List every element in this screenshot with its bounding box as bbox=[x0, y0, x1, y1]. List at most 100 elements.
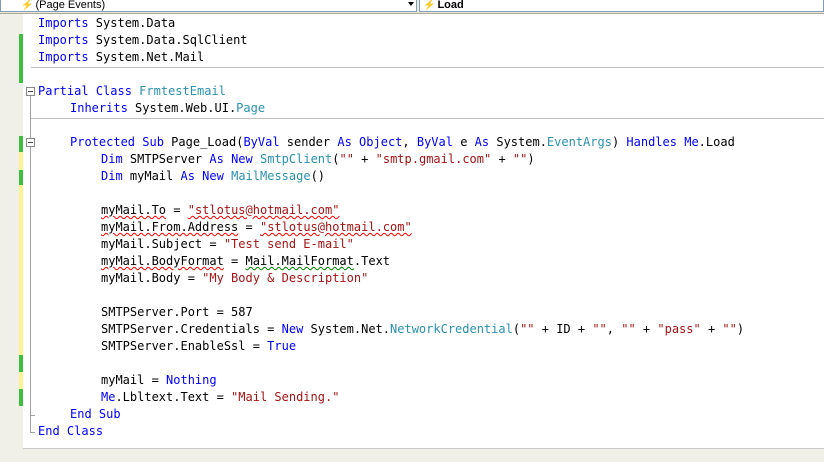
type-name: FrmtestEmail bbox=[139, 84, 226, 98]
error-underlined-code: myMail.BodyFormat bbox=[101, 254, 224, 268]
code-line-dim-mail[interactable]: Dim myMail As New MailMessage() bbox=[101, 168, 325, 185]
type-name: MailMessage bbox=[231, 169, 311, 183]
keyword: Sub bbox=[98, 407, 121, 421]
code-text: .Lbltext.Text = bbox=[115, 390, 232, 404]
keyword: Object bbox=[359, 135, 403, 149]
keyword: Imports bbox=[38, 16, 89, 30]
string-literal: "My Body & Description" bbox=[202, 271, 369, 285]
code-text: SMTPServer.EnableSsl = bbox=[101, 339, 268, 353]
code-text: System. bbox=[489, 135, 547, 149]
code-text: System.Net.Mail bbox=[88, 50, 205, 64]
code-line-1[interactable]: Imports System.Data bbox=[38, 15, 175, 32]
code-line-mail-subject[interactable]: myMail.Subject = "Test send E-mail" bbox=[101, 236, 354, 253]
code-line-dim-smtp[interactable]: Dim SMTPServer As New SmtpClient("" + "s… bbox=[101, 151, 535, 168]
code-line-class[interactable]: Partial Class FrmtestEmail bbox=[38, 83, 226, 100]
keyword: ByVal bbox=[243, 135, 280, 149]
code-text: SMTPServer.Port = 587 bbox=[101, 305, 253, 319]
keyword: Protected bbox=[70, 135, 136, 149]
string-literal: "" bbox=[621, 322, 636, 336]
keyword: New bbox=[281, 322, 304, 336]
code-text: + bbox=[635, 322, 658, 336]
code-line-end-class[interactable]: End Class bbox=[38, 423, 103, 440]
keyword: New bbox=[202, 169, 224, 183]
code-line-mail-from[interactable]: myMail.From.Address = "stlotus@hotmail.c… bbox=[101, 219, 412, 236]
code-text: myMail bbox=[122, 169, 181, 183]
code-line-inherits[interactable]: Inherits System.Web.UI.Page bbox=[70, 100, 265, 117]
keyword: Nothing bbox=[166, 373, 217, 387]
code-text: System.Web.UI. bbox=[127, 101, 237, 115]
code-text: Page_Load( bbox=[163, 135, 244, 149]
code-line-mail-nothing[interactable]: myMail = Nothing bbox=[101, 372, 217, 389]
keyword: Class bbox=[95, 84, 132, 98]
code-text: ) bbox=[736, 322, 745, 336]
string-literal: "" bbox=[722, 322, 737, 336]
dropdown-arrow-icon[interactable] bbox=[408, 2, 414, 6]
string-literal: "" bbox=[512, 152, 528, 166]
warning-underlined-code: Mail.MailFormat bbox=[245, 254, 354, 268]
lightning-icon: ⚡ bbox=[21, 0, 34, 11]
navigation-bar: ⚡ (Page Events) ⚡ Load bbox=[0, 0, 824, 14]
string-literal: "pass" bbox=[657, 322, 701, 336]
type-name: NetworkCredential bbox=[390, 322, 513, 336]
code-text: System.Data.SqlClient bbox=[88, 33, 248, 47]
keyword: End bbox=[70, 407, 92, 421]
code-line-2[interactable]: Imports System.Data.SqlClient bbox=[38, 32, 248, 49]
string-literal: "" bbox=[339, 152, 354, 166]
keyword: New bbox=[231, 152, 253, 166]
code-text: , bbox=[402, 135, 417, 149]
code-line-lbltext[interactable]: Me.Lbltext.Text = "Mail Sending." bbox=[101, 389, 339, 406]
code-text: e bbox=[452, 135, 475, 149]
keyword: Partial bbox=[38, 84, 89, 98]
string-literal: "stlotus@hotmail.com" bbox=[259, 220, 412, 234]
type-name: EventArgs bbox=[546, 135, 612, 149]
collapse-sub-icon[interactable] bbox=[26, 138, 35, 147]
keyword: As bbox=[474, 135, 490, 149]
keyword: As bbox=[209, 152, 224, 166]
keyword: Dim bbox=[101, 169, 123, 183]
code-text: sender bbox=[279, 135, 338, 149]
keyword: Imports bbox=[38, 33, 89, 47]
code-text: = bbox=[223, 254, 246, 268]
keyword: As bbox=[337, 135, 352, 149]
code-text: = bbox=[238, 220, 260, 234]
class-name-dropdown[interactable]: ⚡ (Page Events) bbox=[0, 0, 417, 12]
code-line-mail-bodyformat[interactable]: myMail.BodyFormat = Mail.MailFormat.Text bbox=[101, 253, 390, 270]
error-underlined-code: myMail.To bbox=[101, 203, 167, 217]
code-line-3[interactable]: Imports System.Net.Mail bbox=[38, 49, 204, 66]
code-text: + ID + bbox=[534, 322, 593, 336]
code-text: = bbox=[166, 203, 188, 217]
code-text: + bbox=[491, 152, 513, 166]
lightning-icon: ⚡ bbox=[423, 0, 436, 11]
code-text: , bbox=[606, 322, 622, 336]
code-line-smtp-credentials[interactable]: SMTPServer.Credentials = New System.Net.… bbox=[101, 321, 744, 338]
code-text: .Load bbox=[698, 135, 735, 149]
string-literal: "" bbox=[592, 322, 607, 336]
method-name-dropdown[interactable]: ⚡ Load bbox=[419, 0, 824, 12]
code-line-sub[interactable]: Protected Sub Page_Load(ByVal sender As … bbox=[70, 134, 735, 151]
keyword: Sub bbox=[142, 135, 164, 149]
string-literal: "Mail Sending." bbox=[231, 390, 340, 404]
code-line-mail-body[interactable]: myMail.Body = "My Body & Description" bbox=[101, 270, 368, 287]
type-name: Page bbox=[236, 101, 266, 115]
code-line-end-sub[interactable]: End Sub bbox=[70, 406, 121, 423]
code-line-mail-to[interactable]: myMail.To = "stlotus@hotmail.com" bbox=[101, 202, 339, 219]
keyword: Handles bbox=[626, 135, 677, 149]
keyword: Imports bbox=[38, 50, 89, 64]
code-text: ( bbox=[512, 322, 521, 336]
keyword: Inherits bbox=[70, 101, 128, 115]
code-text: () bbox=[310, 169, 326, 183]
string-literal: "stlotus@hotmail.com" bbox=[187, 203, 340, 217]
keyword: ByVal bbox=[416, 135, 453, 149]
code-text: System.Net. bbox=[303, 322, 391, 336]
code-line-smtp-port[interactable]: SMTPServer.Port = 587 bbox=[101, 304, 253, 321]
error-underlined-code: myMail.From.Address bbox=[101, 220, 239, 234]
code-text: ) bbox=[527, 152, 535, 166]
code-line-smtp-ssl[interactable]: SMTPServer.EnableSsl = True bbox=[101, 338, 296, 355]
collapse-class-icon[interactable] bbox=[26, 87, 35, 96]
